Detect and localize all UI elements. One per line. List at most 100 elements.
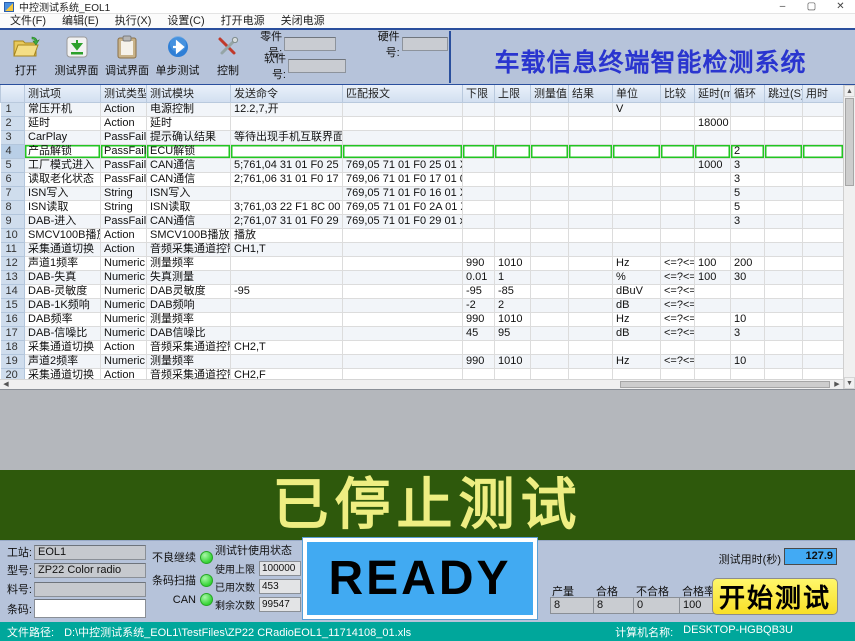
table-row[interactable]: 1 常压开机 Action 电源控制 12.2,7,开 V [1, 102, 844, 116]
column-header[interactable]: 单位 [613, 85, 661, 102]
barcode-scan-label: 条码扫描 [150, 572, 196, 588]
step-test-button[interactable]: 单步测试 [154, 33, 202, 78]
barcode-input[interactable] [34, 599, 146, 618]
row-number-cell[interactable]: 2 [1, 116, 25, 130]
table-row[interactable]: 5 工厂模式进入 PassFail CAN通信 5;761,04 31 01 F… [1, 158, 844, 172]
row-number-cell[interactable]: 9 [1, 214, 25, 228]
cell-match-message [343, 144, 463, 158]
menu-item[interactable]: 文件(F) [2, 14, 54, 28]
folder-open-icon [12, 33, 40, 61]
table-row[interactable]: 15 DAB-1K频响 Numeric DAB频响 -2 2 dB <=?<= [1, 298, 844, 312]
horizontal-scroll-thumb[interactable] [620, 381, 830, 388]
cell-measured-value [531, 102, 569, 116]
row-number-cell[interactable]: 19 [1, 354, 25, 368]
row-number-cell[interactable]: 3 [1, 130, 25, 144]
control-button[interactable]: 控制 [204, 33, 252, 78]
column-header[interactable]: 结果 [569, 85, 613, 102]
table-row[interactable]: 14 DAB-灵敏度 Numeric DAB灵敏度 -95 -95 -85 dB… [1, 284, 844, 298]
table-row[interactable]: 4 产品解锁 PassFail ECU解锁 2 [1, 144, 844, 158]
column-header[interactable]: 延时(ms) [695, 85, 731, 102]
station-field[interactable]: EOL1 [34, 545, 146, 560]
table-row[interactable]: 7 ISN写入 String ISN写入 769,05 71 01 F0 16 … [1, 186, 844, 200]
column-header[interactable]: 下限 [463, 85, 495, 102]
table-row[interactable]: 2 延时 Action 延时 18000 [1, 116, 844, 130]
table-row[interactable]: 19 声道2频率 Numeric 测量频率 990 1010 Hz <=?<= … [1, 354, 844, 368]
column-header[interactable]: 测试项 [25, 85, 101, 102]
horizontal-scrollbar[interactable]: ◀ ▶ [0, 379, 843, 389]
row-number-cell[interactable]: 10 [1, 228, 25, 242]
cell-lower-limit [463, 172, 495, 186]
table-row[interactable]: 9 DAB-进入 PassFail CAN通信 2;761,07 31 01 F… [1, 214, 844, 228]
table-row[interactable]: 17 DAB-信噪比 Numeric DAB信噪比 45 95 dB <=?<=… [1, 326, 844, 340]
column-header[interactable]: 循环 [731, 85, 765, 102]
table-row[interactable]: 13 DAB-失真 Numeric 失真测量 0.01 1 % <=?<= 10… [1, 270, 844, 284]
cell-upper-limit [495, 172, 531, 186]
column-header[interactable]: 测量值 [531, 85, 569, 102]
cell-result [569, 200, 613, 214]
computer-name-label: 计算机名称: [615, 624, 673, 640]
cell-time [803, 186, 844, 200]
column-header[interactable]: 匹配报文 [343, 85, 463, 102]
table-row[interactable]: 6 读取老化状态 PassFail CAN通信 2;761,06 31 01 F… [1, 172, 844, 186]
menu-item[interactable]: 执行(X) [107, 14, 160, 28]
row-number-cell[interactable]: 8 [1, 200, 25, 214]
debug-screen-button[interactable]: 调试界面 [103, 33, 151, 78]
scroll-right-icon[interactable]: ▶ [831, 380, 843, 389]
vertical-scroll-thumb[interactable] [845, 98, 854, 186]
menu-item[interactable]: 编辑(E) [54, 14, 107, 28]
table-row[interactable]: 12 声道1频率 Numeric 测量频率 990 1010 Hz <=?<= … [1, 256, 844, 270]
column-header[interactable]: 上限 [495, 85, 531, 102]
hardware-number-input[interactable] [402, 37, 448, 51]
row-number-cell[interactable]: 1 [1, 102, 25, 116]
column-header[interactable] [1, 85, 25, 102]
column-header[interactable]: 比较 [661, 85, 695, 102]
column-header[interactable]: 发送命令 [231, 85, 343, 102]
maximize-button[interactable]: ▢ [797, 0, 826, 14]
column-header[interactable]: 测试类型 [101, 85, 147, 102]
column-header[interactable]: 测试模块 [147, 85, 231, 102]
model-field[interactable]: ZP22 Color radio [34, 563, 146, 578]
scroll-down-icon[interactable]: ▼ [844, 377, 855, 389]
open-button[interactable]: 打开 [2, 33, 50, 78]
row-number-cell[interactable]: 5 [1, 158, 25, 172]
close-button[interactable]: ✕ [826, 0, 855, 14]
row-number-cell[interactable]: 11 [1, 242, 25, 256]
material-field[interactable] [34, 582, 146, 597]
cell-measured-value [531, 200, 569, 214]
row-number-cell[interactable]: 13 [1, 270, 25, 284]
cell-test-type: Action [101, 242, 147, 256]
menu-item[interactable]: 关闭电源 [273, 14, 333, 28]
cell-loop: 3 [731, 326, 765, 340]
row-number-cell[interactable]: 6 [1, 172, 25, 186]
row-number-cell[interactable]: 15 [1, 298, 25, 312]
table-row[interactable]: 16 DAB频率 Numeric 测量频率 990 1010 Hz <=?<= … [1, 312, 844, 326]
scroll-up-icon[interactable]: ▲ [844, 85, 855, 97]
start-test-button[interactable]: 开始测试 [712, 578, 838, 615]
vertical-scrollbar[interactable]: ▲ ▼ [843, 85, 855, 389]
table-row[interactable]: 18 采集通道切换 Action 音频采集通道控制 CH2,T [1, 340, 844, 354]
row-number-cell[interactable]: 16 [1, 312, 25, 326]
row-number-cell[interactable]: 17 [1, 326, 25, 340]
row-number-cell[interactable]: 7 [1, 186, 25, 200]
column-header[interactable]: 跳过(S) [765, 85, 803, 102]
scroll-left-icon[interactable]: ◀ [0, 380, 12, 389]
table-row[interactable]: 10 SMCV100B播放 Action SMCV100B播放暂停 播放 [1, 228, 844, 242]
table-row[interactable]: 8 ISN读取 String ISN读取 3;761,03 22 F1 8C 0… [1, 200, 844, 214]
test-screen-button[interactable]: 测试界面 [53, 33, 101, 78]
cell-test-item: 常压开机 [25, 102, 101, 116]
cell-time [803, 116, 844, 130]
row-number-cell[interactable]: 14 [1, 284, 25, 298]
menu-item[interactable]: 打开电源 [213, 14, 273, 28]
cell-skip [765, 256, 803, 270]
row-number-cell[interactable]: 18 [1, 340, 25, 354]
row-number-cell[interactable]: 12 [1, 256, 25, 270]
software-number-input[interactable] [288, 59, 346, 73]
table-row[interactable]: 3 CarPlay PassFail 提示确认结果 等待出现手机互联界面,滑动屏… [1, 130, 844, 144]
row-number-cell[interactable]: 4 [1, 144, 25, 158]
column-header[interactable]: 用时 [803, 85, 844, 102]
table-row[interactable]: 11 采集通道切换 Action 音频采集通道控制 CH1,T [1, 242, 844, 256]
part-number-input[interactable] [284, 37, 336, 51]
cell-loop: 10 [731, 354, 765, 368]
menu-item[interactable]: 设置(C) [159, 14, 212, 28]
minimize-button[interactable]: – [768, 0, 797, 14]
